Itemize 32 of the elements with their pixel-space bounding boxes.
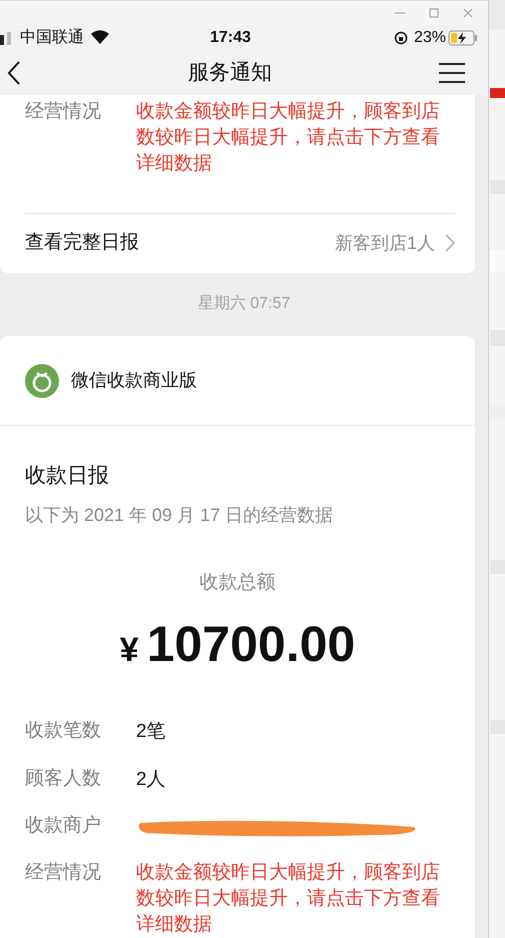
row-label: 收款笔数: [25, 719, 102, 743]
wifi-icon: [90, 30, 110, 46]
row-label: 收款商户: [25, 814, 102, 838]
row-value: 2人: [136, 768, 166, 792]
row-label: 经营情况: [25, 861, 102, 885]
status-message: 收款金额较昨日大幅提升，顾客到店数较昨日大幅提升，请点击下方查看详细数据: [136, 100, 441, 176]
currency-symbol: ¥: [120, 630, 139, 671]
link-detail: 新客到店1人: [334, 232, 435, 255]
nav-title: 服务通知: [188, 60, 272, 86]
report-link[interactable]: 查看完整日报: [25, 229, 139, 258]
app-logo-icon: [25, 364, 59, 398]
card-title: 收款日报: [25, 463, 110, 489]
chevron-right-icon[interactable]: [445, 234, 455, 252]
back-icon[interactable]: [6, 60, 22, 86]
battery-percent: 23%: [414, 28, 446, 48]
status-message: 收款金额较昨日大幅提升，顾客到店数较昨日大幅提升，请点击下方查看详细数据: [136, 861, 441, 937]
total-label: 收款总额: [200, 570, 276, 594]
signal-icon: [0, 30, 14, 45]
app-name: 微信收款商业版: [71, 369, 197, 392]
row-label: 经营情况: [25, 100, 102, 124]
message-timestamp: 星期六 07:57: [198, 294, 290, 314]
status-time: 17:43: [210, 28, 251, 48]
card-subtitle: 以下为 2021 年 09 月 17 日的经营数据: [25, 504, 334, 526]
maximize-icon[interactable]: [428, 6, 440, 19]
battery-icon: [448, 30, 478, 46]
row-label: 顾客人数: [25, 766, 102, 790]
carrier-name: 中国联通: [20, 28, 84, 48]
row-value: 2笔: [136, 720, 166, 744]
menu-icon[interactable]: [438, 62, 466, 84]
close-icon[interactable]: [462, 6, 474, 19]
total-amount: 10700.00: [146, 615, 356, 674]
rotation-lock-icon: [394, 30, 408, 45]
